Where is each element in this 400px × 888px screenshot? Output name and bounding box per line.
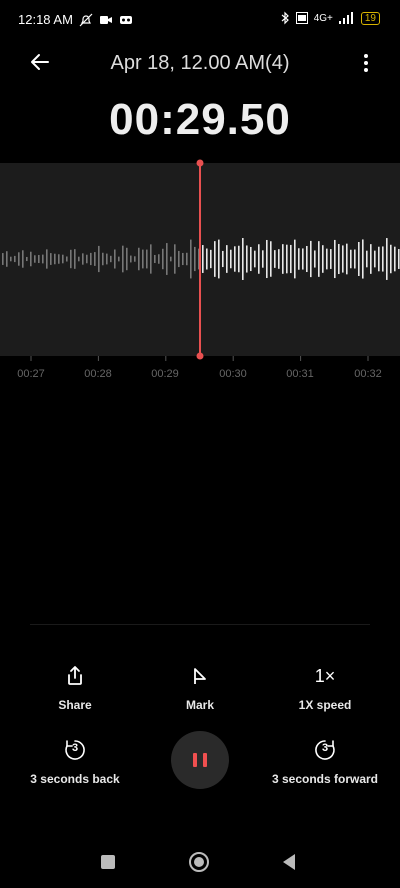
status-time: 12:18 AM [18, 12, 73, 27]
speed-button[interactable]: 1× 1X speed [250, 662, 400, 713]
home-icon[interactable] [189, 852, 209, 872]
tick-label: 00:28 [84, 368, 112, 380]
tick-label: 00:30 [219, 368, 247, 380]
skip-back-label: 3 seconds back [30, 772, 120, 786]
skip-back-button[interactable]: 3 3 seconds back [0, 736, 150, 786]
bluetooth-icon [281, 11, 289, 25]
recents-icon[interactable] [101, 855, 115, 869]
share-icon [68, 666, 82, 685]
speed-label: 1X speed [298, 698, 352, 712]
nav-back-icon[interactable] [283, 854, 295, 870]
tick-label: 00:27 [17, 368, 45, 380]
pause-button[interactable] [171, 731, 229, 789]
divider [30, 624, 370, 625]
tick-label: 00:29 [151, 368, 179, 380]
skip-forward-button[interactable]: 3 3 seconds forward [250, 736, 400, 786]
vr-icon [119, 15, 132, 24]
signal-icon [338, 12, 353, 24]
network-type: 4G+ [313, 12, 333, 24]
playhead[interactable] [0, 150, 400, 370]
rewind-seconds: 3 [71, 742, 79, 754]
skip-forward-label: 3 seconds forward [271, 772, 379, 786]
elapsed-timer: 00:29.50 [109, 95, 291, 144]
top-bar: Apr 18, 12.00 AM(4) [0, 44, 400, 84]
tick-label: 00:32 [354, 368, 382, 380]
flag-icon [194, 668, 206, 684]
pause-icon [193, 753, 197, 767]
speed-icon: 1× [314, 665, 336, 686]
volte-icon [295, 12, 308, 24]
more-options-icon[interactable] [360, 52, 372, 74]
recording-title: Apr 18, 12.00 AM(4) [110, 52, 290, 74]
notification-off-icon [79, 13, 93, 26]
tick-label: 00:31 [286, 368, 314, 380]
nav-bar [0, 846, 400, 880]
video-icon [99, 15, 112, 24]
battery-icon: 19 [360, 11, 380, 25]
status-bar: 12:18 AM 4G+ 19 [0, 0, 400, 40]
timeline: 00:27 00:28 00:29 00:30 00:31 00:32 [0, 356, 400, 392]
forward-seconds: 3 [321, 742, 329, 754]
